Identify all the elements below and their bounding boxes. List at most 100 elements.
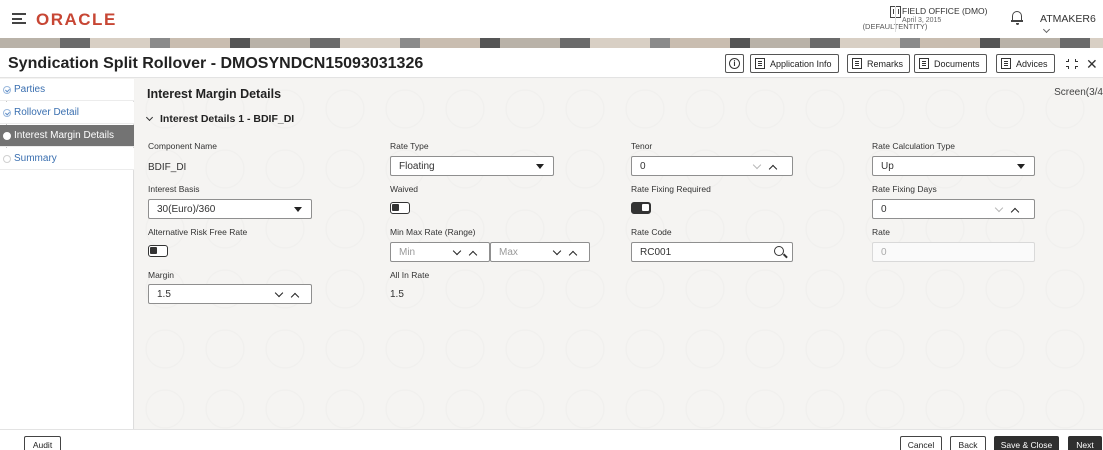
- max-rate-input[interactable]: Max: [490, 242, 590, 262]
- sidebar-item-label: Interest Margin Details: [14, 130, 115, 141]
- rate-fixing-days-input[interactable]: 0: [872, 199, 1035, 219]
- office-name: FIELD OFFICE (DMO): [902, 6, 988, 16]
- tenor-value: 0: [640, 160, 646, 172]
- sidebar-item-parties[interactable]: Parties: [0, 79, 134, 101]
- title-bar: Syndication Split Rollover - DMOSYNDCN15…: [0, 48, 1103, 78]
- rate-type-label: Rate Type: [390, 141, 429, 151]
- step-current-icon: [3, 131, 11, 140]
- rate-code-input[interactable]: RC001: [631, 242, 793, 262]
- back-button[interactable]: Back: [950, 436, 986, 450]
- component-name-value: BDIF_DI: [148, 162, 187, 173]
- decrement-icon[interactable]: [274, 288, 284, 298]
- increment-icon[interactable]: [768, 164, 778, 174]
- documents-button[interactable]: Documents: [914, 54, 987, 73]
- info-button[interactable]: i: [725, 54, 744, 73]
- next-button[interactable]: Next: [1068, 436, 1102, 450]
- rate-calculation-type-select[interactable]: Up: [872, 156, 1035, 176]
- office-info[interactable]: FIELD OFFICE (DMO) April 3, 2015: [902, 6, 987, 24]
- increment-icon[interactable]: [468, 250, 478, 260]
- margin-value: 1.5: [157, 288, 171, 300]
- waived-toggle[interactable]: [390, 202, 410, 214]
- alternative-risk-free-rate-label: Alternative Risk Free Rate: [148, 227, 248, 237]
- all-in-rate-value: 1.5: [390, 289, 404, 300]
- max-rate-stepper[interactable]: [552, 246, 578, 260]
- notification-bell-icon[interactable]: [1011, 11, 1023, 25]
- increment-icon[interactable]: [1010, 207, 1020, 217]
- min-rate-placeholder: Min: [399, 246, 416, 258]
- business-date: April 3, 2015: [902, 17, 942, 24]
- min-rate-stepper[interactable]: [452, 246, 478, 260]
- rate-label: Rate: [872, 227, 890, 237]
- dropdown-arrow-icon: [1017, 164, 1025, 169]
- section-title: Interest Margin Details: [147, 87, 282, 101]
- main-content: Interest Margin Details Screen(3/4 Inter…: [135, 79, 1103, 429]
- decrement-icon[interactable]: [552, 246, 562, 256]
- remarks-button[interactable]: Remarks: [847, 54, 911, 73]
- save-close-button[interactable]: Save & Close: [994, 436, 1059, 450]
- user-name: ATMAKER6: [1040, 13, 1096, 25]
- footer-bar: Audit Cancel Back Save & Close Next: [0, 429, 1103, 450]
- tenor-label: Tenor: [631, 141, 653, 151]
- rate-fixing-days-value: 0: [881, 203, 887, 215]
- step-complete-icon: [3, 108, 11, 117]
- rate-code-label: Rate Code: [631, 227, 672, 237]
- tenor-input[interactable]: 0: [631, 156, 793, 176]
- rate-input: 0: [872, 242, 1035, 262]
- sidebar-item-summary[interactable]: Summary: [0, 148, 134, 170]
- screen-indicator: Screen(3/4: [1054, 87, 1103, 98]
- interest-details-accordion[interactable]: Interest Details 1 - BDIF_DI: [145, 113, 295, 125]
- decrement-icon[interactable]: [452, 246, 462, 256]
- audit-button[interactable]: Audit: [24, 436, 61, 450]
- rate-value: 0: [881, 246, 887, 258]
- rate-fixing-days-stepper[interactable]: [994, 203, 1020, 217]
- advices-label: Advices: [1016, 58, 1048, 69]
- application-info-icon: [755, 58, 765, 69]
- margin-stepper[interactable]: [274, 288, 300, 302]
- rate-fixing-required-label: Rate Fixing Required: [631, 184, 711, 194]
- oracle-logo: ORACLE: [36, 10, 117, 29]
- rate-fixing-required-toggle[interactable]: [631, 202, 651, 214]
- interest-basis-label: Interest Basis: [148, 184, 200, 194]
- sidebar-item-label: Parties: [14, 84, 46, 95]
- margin-input[interactable]: 1.5: [148, 284, 312, 304]
- max-rate-placeholder: Max: [499, 246, 518, 258]
- increment-icon[interactable]: [568, 250, 578, 260]
- alternative-risk-free-rate-toggle[interactable]: [148, 245, 168, 257]
- interest-basis-select[interactable]: 30(Euro)/360: [148, 199, 312, 219]
- sidebar-item-rollover-detail[interactable]: Rollover Detail: [0, 102, 134, 124]
- rate-fixing-days-label: Rate Fixing Days: [872, 184, 937, 194]
- chevron-down-icon: [1042, 25, 1051, 34]
- rate-calculation-type-label: Rate Calculation Type: [872, 141, 956, 151]
- accordion-title: Interest Details 1 - BDIF_DI: [160, 113, 295, 125]
- chevron-down-icon: [145, 113, 154, 121]
- margin-label: Margin: [148, 270, 174, 280]
- dropdown-arrow-icon: [536, 164, 544, 169]
- rate-type-value: Floating: [399, 160, 435, 172]
- application-info-button[interactable]: Application Info: [750, 54, 839, 73]
- application-info-label: Application Info: [770, 58, 832, 69]
- cancel-button[interactable]: Cancel: [900, 436, 942, 450]
- header-divider: [895, 6, 896, 32]
- app-header: ORACLE (DEFAULTENTITY) FIELD OFFICE (DMO…: [0, 0, 1103, 38]
- component-name-label: Component Name: [148, 141, 217, 151]
- sidebar-item-interest-margin-details[interactable]: Interest Margin Details: [0, 125, 134, 147]
- decrement-icon[interactable]: [994, 203, 1004, 213]
- menu-icon[interactable]: [12, 13, 26, 24]
- rate-code-value: RC001: [640, 246, 672, 258]
- info-icon: i: [729, 58, 740, 69]
- step-pending-icon: [3, 154, 11, 163]
- search-icon[interactable]: [774, 246, 784, 256]
- min-rate-input[interactable]: Min: [390, 242, 490, 262]
- increment-icon[interactable]: [290, 292, 300, 302]
- expand-icon[interactable]: [1066, 59, 1078, 69]
- rate-type-select[interactable]: Floating: [390, 156, 554, 176]
- user-menu[interactable]: ATMAKER6: [1040, 13, 1103, 37]
- decrement-icon[interactable]: [752, 160, 762, 170]
- min-max-rate-label: Min Max Rate (Range): [390, 227, 476, 237]
- close-icon[interactable]: ✕: [1086, 57, 1098, 71]
- advices-button[interactable]: Advices: [996, 54, 1055, 73]
- sidebar-item-label: Rollover Detail: [14, 107, 80, 118]
- all-in-rate-label: All In Rate: [390, 270, 430, 280]
- interest-basis-value: 30(Euro)/360: [157, 203, 216, 215]
- tenor-stepper[interactable]: [752, 160, 778, 174]
